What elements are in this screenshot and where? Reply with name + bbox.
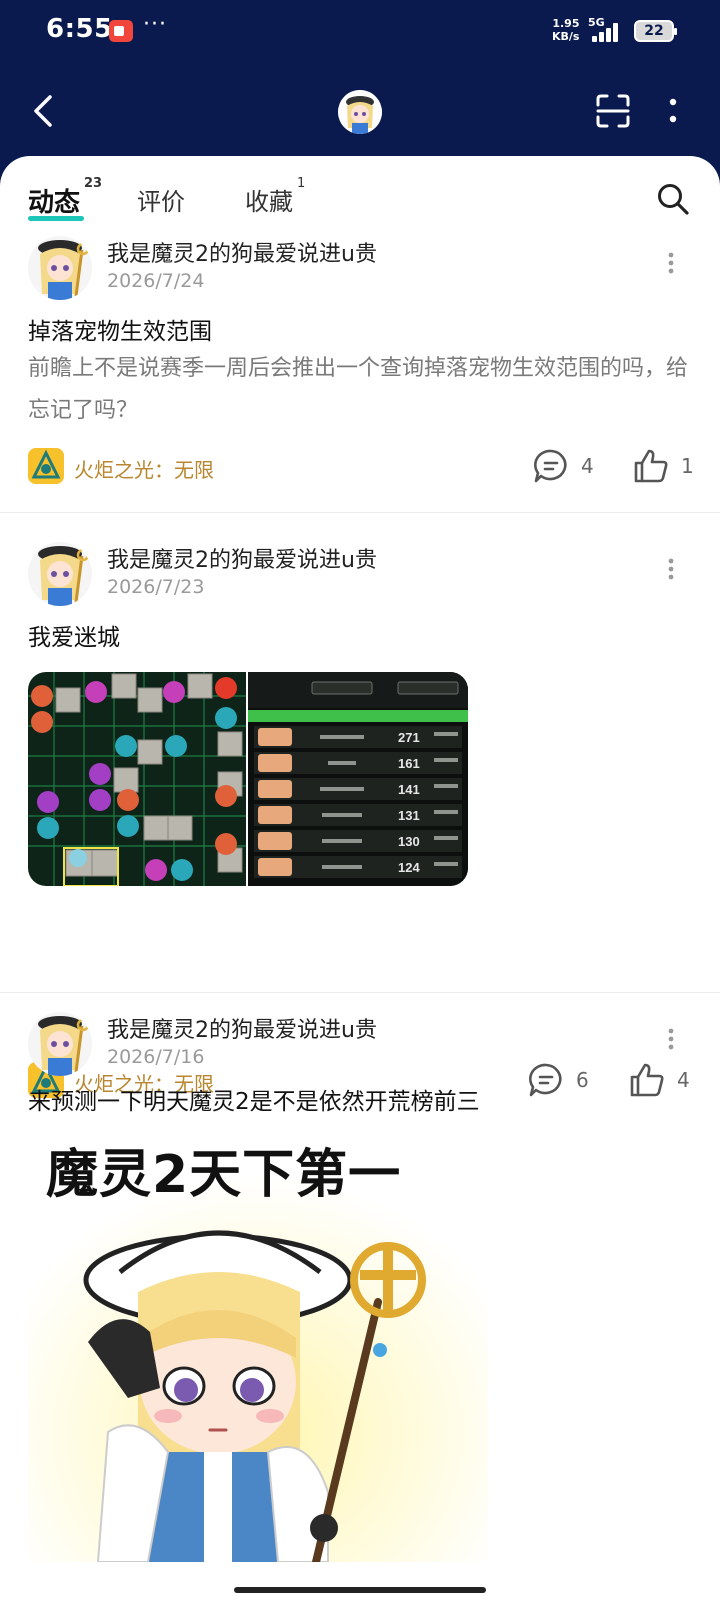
post-more-icon[interactable] — [667, 558, 675, 580]
comment-count: 4 — [581, 454, 594, 478]
game-logo-icon — [28, 448, 64, 484]
content-sheet: 动态23 评价 收藏1 我是魔灵2的狗最爱说进u贵 2026/7/24 掉落宠物… — [0, 156, 720, 1601]
tab-favorites[interactable]: 收藏 1 — [245, 176, 305, 217]
game-name: 火炬之光：无限 — [74, 458, 214, 482]
meme-caption: 魔灵2天下第一 — [46, 1145, 402, 1205]
more-menu-icon[interactable] — [668, 94, 678, 128]
post-title: 来预测一下明天魔灵2是不是依然开荒榜前三 — [28, 1089, 480, 1115]
post-date: 2026/7/16 — [107, 1046, 205, 1068]
author-name[interactable]: 我是魔灵2的狗最爱说进u贵 — [107, 236, 377, 268]
network-speed: 1.95 KB/s — [552, 17, 579, 43]
post-title: 掉落宠物生效范围 — [28, 319, 212, 345]
author-avatar[interactable] — [28, 542, 92, 606]
leaderboard-value: 161 — [398, 756, 420, 771]
author-avatar[interactable] — [28, 236, 92, 300]
title-bar — [0, 64, 720, 156]
tab-dynamics[interactable]: 动态23 — [28, 176, 102, 219]
leaderboard-value: 271 — [398, 730, 420, 745]
post-image-game-board[interactable] — [28, 672, 246, 886]
tab-count: 23 — [84, 176, 103, 192]
leaderboard-value: 130 — [398, 834, 420, 849]
tab-label: 收藏 — [245, 188, 293, 216]
post-date: 2026/7/24 — [107, 270, 205, 292]
status-more: ··· — [143, 12, 167, 37]
signal-icon — [592, 22, 624, 42]
status-time: 6:55 — [46, 14, 113, 44]
leaderboard-value: 131 — [398, 808, 420, 823]
divider — [0, 992, 720, 993]
like-count: 1 — [681, 454, 694, 478]
author-name[interactable]: 我是魔灵2的狗最爱说进u贵 — [107, 1012, 377, 1044]
post-image-meme[interactable]: 魔灵2天下第一 — [28, 1132, 488, 1562]
comment-icon — [529, 1063, 562, 1097]
comment-icon — [534, 449, 567, 483]
comment-count: 6 — [576, 1068, 589, 1092]
post-more-icon[interactable] — [667, 252, 675, 274]
tab-label: 动态 — [28, 188, 81, 218]
tab-reviews[interactable]: 评价 — [137, 182, 185, 217]
leaderboard-value: 124 — [398, 860, 420, 875]
author-avatar[interactable] — [28, 1012, 92, 1076]
battery-icon: 22 — [634, 20, 677, 42]
leaderboard-value: 141 — [398, 782, 420, 797]
active-tab-indicator — [28, 216, 84, 221]
post-title: 我爱迷城 — [28, 625, 120, 651]
network-speed-value: 1.95 — [552, 17, 580, 30]
status-bar: 6:55 ··· 1.95 KB/s 5G 22 — [0, 0, 720, 64]
thumbs-up-icon — [634, 449, 668, 483]
screen-record-icon — [109, 20, 133, 42]
scan-icon[interactable] — [596, 94, 630, 128]
post-more-icon[interactable] — [667, 1028, 675, 1050]
thumbs-up-icon — [630, 1063, 664, 1097]
tab-bar: 动态23 评价 收藏 1 — [0, 156, 720, 236]
tab-label: 评价 — [137, 188, 185, 216]
post-body: 前瞻上不是说赛季一周后会推出一个查询掉落宠物生效范围的吗，给忘记了吗？ — [28, 356, 689, 423]
network-speed-unit: KB/s — [552, 30, 580, 43]
post-image-leaderboard[interactable]: 271 161 141 131 130 124 — [248, 672, 468, 886]
divider — [0, 512, 720, 513]
author-name[interactable]: 我是魔灵2的狗最爱说进u贵 — [107, 542, 377, 574]
back-arrow-icon[interactable] — [30, 94, 58, 128]
search-icon[interactable] — [656, 182, 690, 216]
profile-avatar[interactable] — [338, 90, 382, 134]
home-indicator[interactable] — [234, 1587, 486, 1593]
tab-count: 1 — [297, 176, 306, 191]
battery-level: 22 — [644, 23, 664, 39]
like-count: 4 — [677, 1068, 690, 1092]
post-date: 2026/7/23 — [107, 576, 205, 598]
